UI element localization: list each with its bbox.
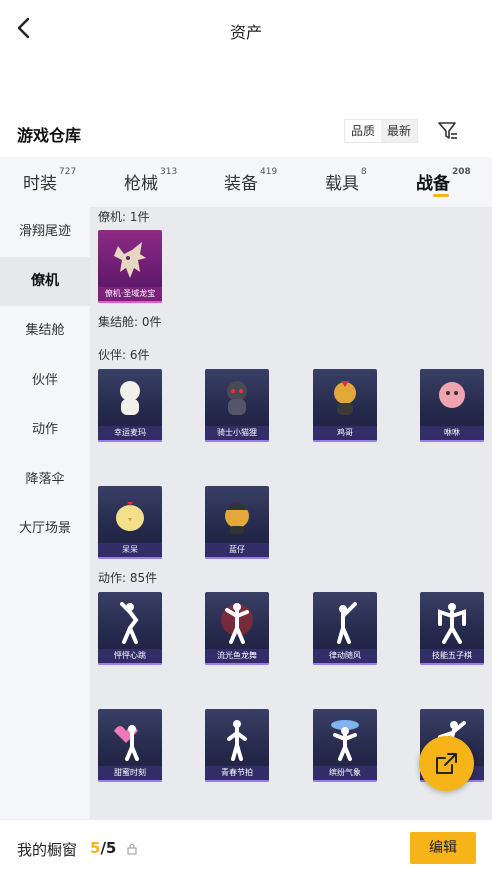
companion-figure-icon: [225, 503, 249, 534]
item-card[interactable]: 咻咻: [420, 369, 484, 442]
sort-latest-button[interactable]: 最新: [381, 120, 418, 142]
showcase-count: 5/5: [90, 839, 117, 857]
item-card[interactable]: 怦怦心跳: [98, 592, 162, 665]
item-card[interactable]: 青春节拍: [205, 709, 269, 782]
dancer-silhouette-icon: [120, 602, 139, 644]
sidebar-item-lobby-scene[interactable]: 大厅场景: [0, 504, 90, 553]
sidebar: 滑翔尾迹 僚机 集结舱 伙伴 动作 降落伞 大厅场景: [0, 207, 90, 819]
warehouse-header: 游戏仓库 品质 最新: [0, 116, 492, 150]
top-bar: 资产: [0, 0, 492, 58]
active-tab-indicator: [433, 194, 449, 197]
companion-figure-icon: [439, 382, 465, 408]
dancer-silhouette-icon: [114, 725, 139, 761]
item-card[interactable]: 僚机·圣域龙宝: [98, 230, 162, 303]
showcase-label: 我的橱窗: [17, 841, 78, 859]
item-card[interactable]: 流光鱼龙舞: [205, 592, 269, 665]
section-label-pod: 集结舱: 0件: [98, 315, 162, 329]
item-card[interactable]: 鸡哥: [313, 369, 377, 442]
sidebar-item-emote[interactable]: 动作: [0, 405, 90, 454]
tab-equipment[interactable]: 装备419: [224, 167, 277, 194]
item-card[interactable]: 呆呆: [98, 486, 162, 559]
bottom-bar: 我的橱窗 5/5 编辑: [0, 819, 492, 876]
dancer-silhouette-icon: [221, 603, 253, 644]
item-card[interactable]: 律动随风: [313, 592, 377, 665]
tab-fashion[interactable]: 时装727: [23, 167, 76, 194]
external-link-icon: [436, 753, 457, 774]
dragon-icon: [114, 242, 146, 278]
companion-figure-icon: [120, 381, 140, 415]
filter-icon[interactable]: [436, 119, 460, 143]
edit-button[interactable]: 编辑: [410, 832, 476, 864]
lock-icon: [127, 844, 137, 855]
sidebar-item-glide-trail[interactable]: 滑翔尾迹: [0, 207, 90, 256]
section-label-companion: 伙伴: 6件: [98, 348, 150, 362]
sidebar-item-parachute[interactable]: 降落伞: [0, 455, 90, 504]
section-label-emote: 动作: 85件: [98, 571, 158, 585]
companion-figure-icon: [116, 502, 144, 531]
dancer-silhouette-icon: [227, 720, 247, 761]
item-card[interactable]: 缤纷气象: [313, 709, 377, 782]
warehouse-title: 游戏仓库: [17, 126, 82, 145]
companion-figure-icon: [334, 381, 356, 415]
share-button[interactable]: [419, 736, 474, 791]
dancer-silhouette-icon: [331, 720, 359, 761]
tab-readiness[interactable]: 战备208: [416, 167, 471, 194]
sidebar-item-wingman[interactable]: 僚机: [0, 257, 90, 306]
section-label-wingman: 僚机: 1件: [98, 210, 150, 224]
tab-guns[interactable]: 枪械313: [124, 167, 177, 194]
item-card[interactable]: 蓝仔: [205, 486, 269, 559]
dancer-silhouette-icon: [337, 602, 357, 644]
item-card[interactable]: 技能五子棋: [420, 592, 484, 665]
tab-vehicles[interactable]: 载具8: [325, 167, 367, 194]
sort-quality-button[interactable]: 品质: [345, 120, 382, 142]
dancer-silhouette-icon: [438, 603, 466, 644]
item-card[interactable]: 甜蜜时刻: [98, 709, 162, 782]
page-title: 资产: [229, 23, 262, 42]
item-card[interactable]: 骑士小猫狸: [205, 369, 269, 442]
sidebar-item-companion[interactable]: 伙伴: [0, 356, 90, 405]
sidebar-item-pod[interactable]: 集结舱: [0, 306, 90, 355]
category-tabs: 时装727 枪械313 装备419 载具8 战备208: [0, 157, 492, 207]
item-card[interactable]: 幸运麦玛: [98, 369, 162, 442]
sort-toggle: 品质 最新: [344, 119, 419, 143]
companion-figure-icon: [227, 381, 247, 415]
item-grid: 僚机: 1件 僚机·圣域龙宝 集结舱: 0件 伙伴: 6件 幸运麦玛 骑士小猫狸…: [90, 207, 492, 819]
